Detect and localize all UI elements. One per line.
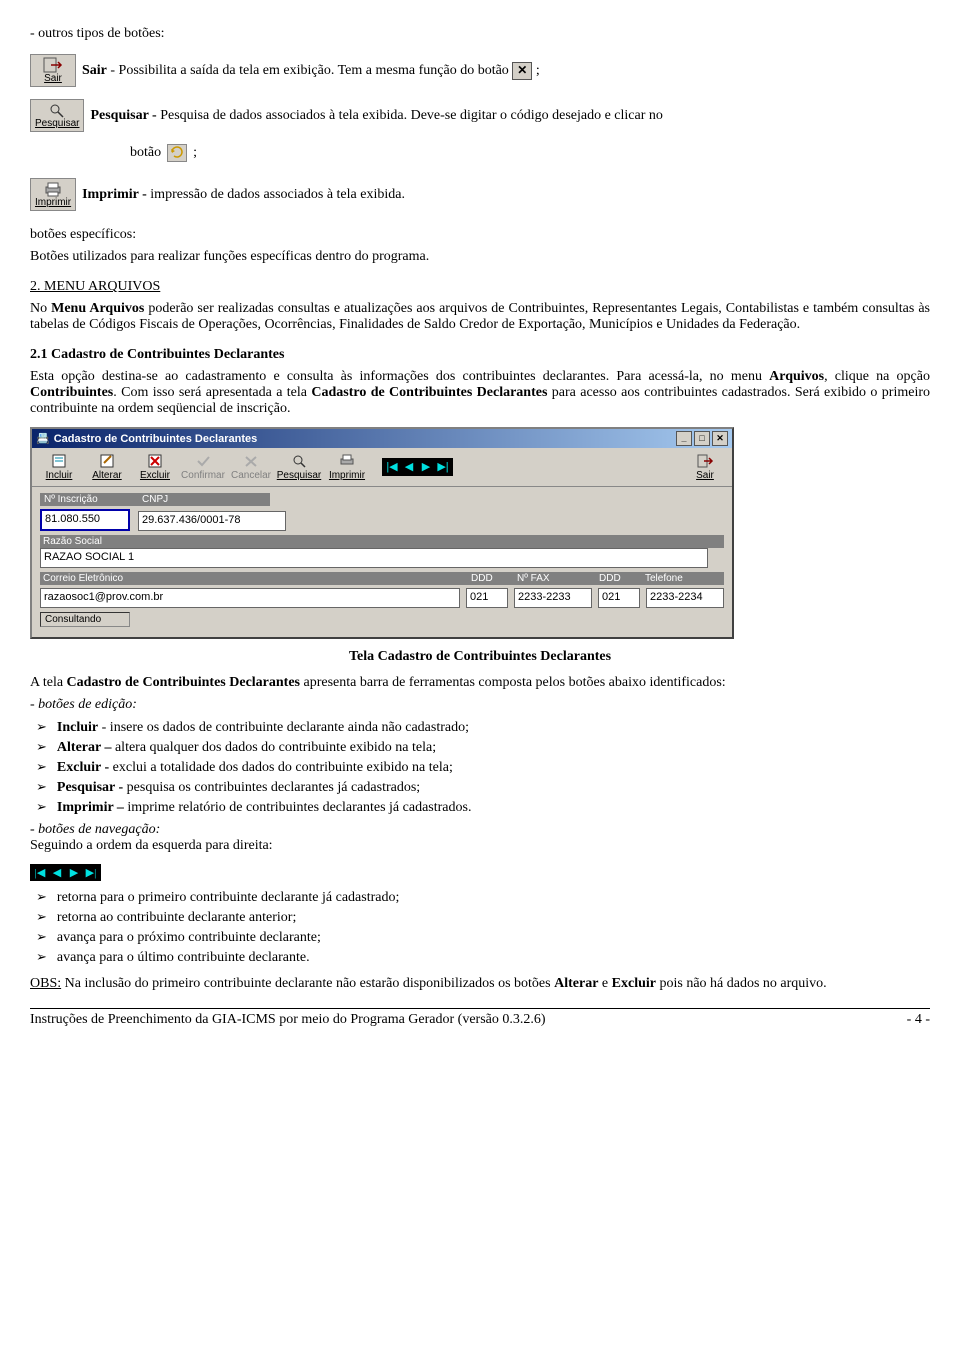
- list-item: Alterar – altera qualquer dos dados do c…: [36, 739, 930, 756]
- list-item: avança para o próximo contribuinte decla…: [36, 929, 930, 946]
- other-buttons-heading: - outros tipos de botões:: [30, 26, 930, 42]
- label-ddd2: DDD: [596, 572, 642, 585]
- nav-next-small-icon: ▶: [67, 866, 81, 879]
- cadastro-subtitle: 2.1 Cadastro de Contribuintes Declarante…: [30, 347, 930, 363]
- nav-last-small-icon: ▶|: [84, 866, 98, 879]
- edicao-list: Incluir - insere os dados de contribuint…: [30, 719, 930, 816]
- pesquisar-button-icon: Pesquisar: [30, 99, 84, 132]
- imprimir-button-icon: Imprimir: [30, 178, 76, 211]
- nav-prev-icon[interactable]: ◀: [402, 460, 416, 474]
- label-ddd1: DDD: [468, 572, 514, 585]
- nav-small-icons: |◀ ◀ ▶ ▶|: [30, 864, 101, 881]
- list-item: avança para o último contribuinte declar…: [36, 949, 930, 966]
- imprimir-label: Imprimir -: [82, 187, 150, 202]
- confirmar-button: Confirmar: [180, 451, 226, 483]
- toolbar-intro: A tela Cadastro de Contribuintes Declara…: [30, 675, 930, 691]
- cadastro-p: Esta opção destina-se ao cadastramento e…: [30, 369, 930, 417]
- tel-field[interactable]: 2233-2234: [646, 588, 724, 608]
- pesquisar-line: Pesquisar Pesquisar - Pesquisa de dados …: [30, 99, 930, 132]
- form-area: Nº Inscrição CNPJ 81.080.550 29.637.436/…: [32, 487, 732, 637]
- list-item: Imprimir – imprime relatório de contribu…: [36, 799, 930, 816]
- footer-left: Instruções de Preenchimento da GIA-ICMS …: [30, 1012, 546, 1028]
- nav-first-icon[interactable]: |◀: [385, 460, 399, 474]
- correio-field[interactable]: razaosoc1@prov.com.br: [40, 588, 460, 608]
- sair-line: Sair Sair - Possibilita a saída da tela …: [30, 54, 930, 87]
- refresh-icon: [167, 144, 187, 162]
- pesquisar-button[interactable]: Pesquisar: [276, 451, 322, 483]
- excluir-button[interactable]: Excluir: [132, 451, 178, 483]
- list-item: retorna para o primeiro contribuinte dec…: [36, 889, 930, 906]
- ddd1-field[interactable]: 021: [466, 588, 508, 608]
- cnpj-field[interactable]: 29.637.436/0001-78: [138, 511, 286, 531]
- title-icon: 📇: [36, 432, 50, 445]
- label-telefone: Telefone: [642, 572, 724, 585]
- alterar-button[interactable]: Alterar: [84, 451, 130, 483]
- page-footer: Instruções de Preenchimento da GIA-ICMS …: [30, 1008, 930, 1028]
- footer-right: - 4 -: [907, 1012, 930, 1028]
- fax-field[interactable]: 2233-2233: [514, 588, 592, 608]
- edicao-heading: - botões de edição:: [30, 697, 930, 713]
- close-window-icon[interactable]: ✕: [712, 431, 728, 446]
- pesquisar-line-2: botão ;: [130, 144, 930, 162]
- nav-group: |◀ ◀ ▶ ▶|: [382, 458, 453, 476]
- nav-prev-small-icon: ◀: [50, 866, 64, 879]
- menu-arquivos-heading: 2. MENU ARQUIVOS: [30, 279, 930, 295]
- razao-field[interactable]: RAZAO SOCIAL 1: [40, 548, 708, 568]
- nav-first-small-icon: |◀: [33, 866, 47, 879]
- imprimir-line: Imprimir Imprimir - impressão de dados a…: [30, 178, 930, 211]
- minimize-icon[interactable]: _: [676, 431, 692, 446]
- botoes-especificos-desc: Botões utilizados para realizar funções …: [30, 249, 930, 265]
- label-cnpj: CNPJ: [138, 493, 172, 506]
- nav-last-icon[interactable]: ▶|: [436, 460, 450, 474]
- list-item: Incluir - insere os dados de contribuint…: [36, 719, 930, 736]
- screenshot-caption: Tela Cadastro de Contribuintes Declarant…: [30, 649, 930, 665]
- pesquisar-label: Pesquisar -: [90, 108, 160, 123]
- window-title: Cadastro de Contribuintes Declarantes: [54, 433, 258, 445]
- imprimir-button[interactable]: Imprimir: [324, 451, 370, 483]
- incluir-button[interactable]: Incluir: [36, 451, 82, 483]
- inscricao-field[interactable]: 81.080.550: [40, 509, 130, 531]
- label-razao: Razão Social: [40, 535, 724, 548]
- cancelar-button: Cancelar: [228, 451, 274, 483]
- list-item: retorna ao contribuinte declarante anter…: [36, 909, 930, 926]
- label-fax: Nº FAX: [514, 572, 596, 585]
- sair-label: Sair: [82, 63, 107, 78]
- ddd2-field[interactable]: 021: [598, 588, 640, 608]
- window-toolbar: Incluir Alterar Excluir Confirmar Cancel…: [32, 448, 732, 487]
- sair-button-icon: Sair: [30, 54, 76, 87]
- window-titlebar: 📇 Cadastro de Contribuintes Declarantes …: [32, 429, 732, 448]
- list-item: Pesquisar - pesquisa os contribuintes de…: [36, 779, 930, 796]
- cadastro-window: 📇 Cadastro de Contribuintes Declarantes …: [30, 427, 734, 639]
- close-icon: ✕: [512, 62, 532, 80]
- maximize-icon[interactable]: □: [694, 431, 710, 446]
- nav-list: retorna para o primeiro contribuinte dec…: [30, 889, 930, 966]
- status-text: Consultando: [40, 612, 130, 627]
- label-inscricao: Nº Inscrição: [40, 493, 138, 506]
- sair-button[interactable]: Sair: [682, 451, 728, 483]
- nav-heading: - botões de navegação: Seguindo a ordem …: [30, 822, 930, 854]
- menu-arquivos-p1: No Menu Arquivos poderão ser realizadas …: [30, 301, 930, 333]
- label-correio: Correio Eletrônico: [40, 572, 468, 585]
- nav-next-icon[interactable]: ▶: [419, 460, 433, 474]
- list-item: Excluir - exclui a totalidade dos dados …: [36, 759, 930, 776]
- botoes-especificos-heading: botões específicos:: [30, 227, 930, 243]
- obs-text: OBS: Na inclusão do primeiro contribuint…: [30, 976, 930, 992]
